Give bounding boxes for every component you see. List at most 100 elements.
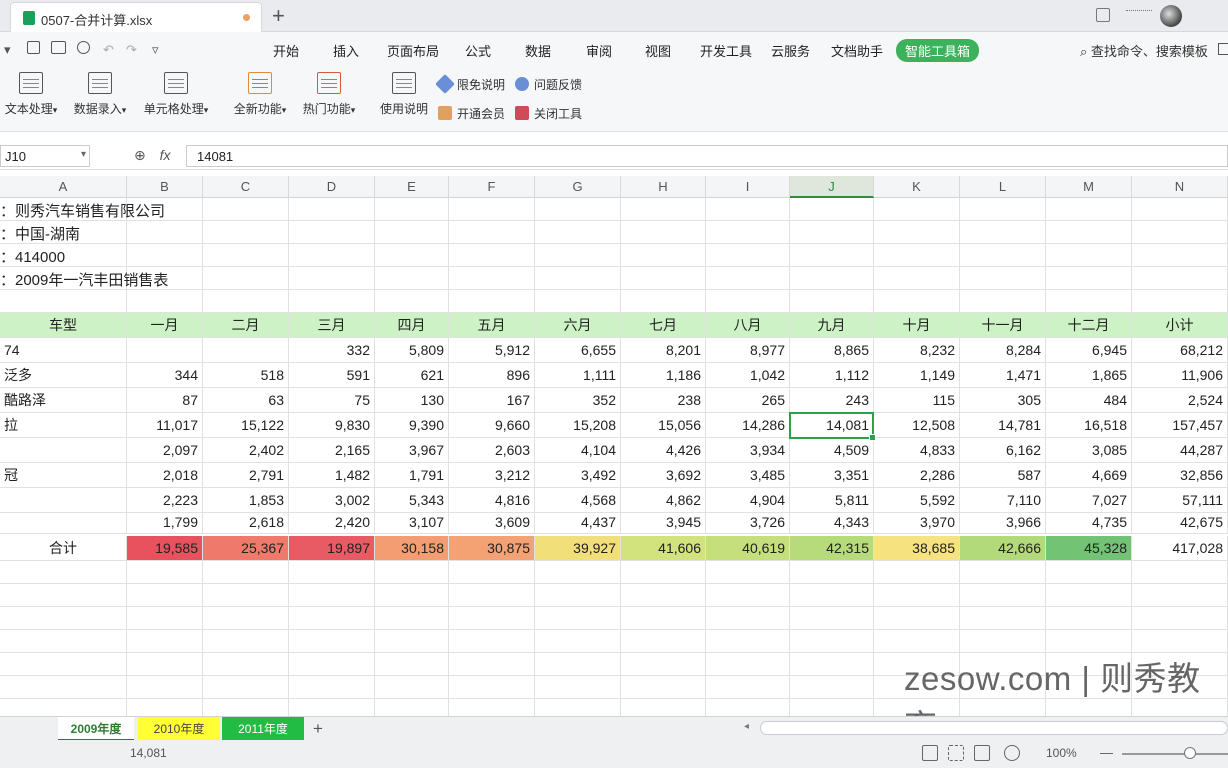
empty-cell[interactable] [535,653,621,675]
empty-cell[interactable] [375,653,449,675]
open-membership-button[interactable]: 开通会员 [438,105,505,122]
value-cell[interactable]: 3,351 [790,463,874,487]
empty-cell[interactable] [449,676,535,698]
empty-cell[interactable] [1046,561,1132,583]
empty-cell[interactable] [375,630,449,652]
value-cell[interactable]: 3,212 [449,463,535,487]
empty-cell[interactable] [790,607,874,629]
empty-cell[interactable] [127,676,203,698]
name-box[interactable]: J10 [0,145,90,167]
value-cell[interactable]: 2,402 [203,438,289,462]
value-cell[interactable]: 896 [449,363,535,387]
menu-insert[interactable]: 插入 [333,41,359,60]
empty-cell[interactable] [706,676,790,698]
column-header-h[interactable]: H [621,176,706,198]
fx-icon[interactable]: fx [160,147,171,163]
empty-cell[interactable] [375,607,449,629]
empty-cell[interactable] [449,561,535,583]
total-label-cell[interactable]: 合计 [0,536,127,560]
empty-cell[interactable] [1046,198,1132,220]
value-cell[interactable]: 57,111 [1132,488,1228,512]
value-cell[interactable]: 1,112 [790,363,874,387]
empty-cell[interactable] [960,584,1046,606]
spreadsheet-grid[interactable]: ABCDEFGHIJKLMN ：则秀汽车销售有限公司 ：中国-湖南 ：414000 ：… [0,176,1228,716]
zoom-out-button[interactable]: — [1100,745,1113,760]
value-cell[interactable]: 238 [621,388,706,412]
value-cell[interactable]: 9,390 [375,413,449,437]
value-cell[interactable]: 4,104 [535,438,621,462]
value-cell[interactable]: 157,457 [1132,413,1228,437]
column-header-a[interactable]: A [0,176,127,198]
empty-cell[interactable] [706,267,790,289]
empty-cell[interactable] [127,290,203,312]
empty-cell[interactable] [1046,584,1132,606]
empty-cell[interactable] [706,290,790,312]
value-cell[interactable]: 4,437 [535,511,621,533]
empty-cell[interactable] [127,653,203,675]
eye-protection-icon[interactable] [1004,745,1020,761]
empty-cell[interactable] [535,290,621,312]
value-cell[interactable]: 15,122 [203,413,289,437]
total-value-cell[interactable]: 41,606 [621,536,706,560]
value-cell[interactable]: 87 [127,388,203,412]
column-header-n[interactable]: N [1132,176,1228,198]
column-header-d[interactable]: D [289,176,375,198]
value-cell[interactable]: 1,853 [203,488,289,512]
value-cell[interactable] [127,338,203,362]
empty-cell[interactable] [790,221,874,243]
empty-cell[interactable] [790,244,874,266]
value-cell[interactable]: 2,420 [289,511,375,533]
value-cell[interactable]: 75 [289,388,375,412]
scroll-left-icon[interactable]: ◂ [744,721,749,732]
empty-cell[interactable] [289,630,375,652]
empty-cell[interactable] [203,198,289,220]
empty-cell[interactable] [706,607,790,629]
empty-cell[interactable] [127,561,203,583]
new-tab-button[interactable]: + [272,3,285,29]
model-cell[interactable]: 拉 [0,413,127,437]
value-cell[interactable]: 243 [790,388,874,412]
empty-cell[interactable] [874,290,960,312]
value-cell[interactable]: 3,002 [289,488,375,512]
value-cell[interactable]: 16,518 [1046,413,1132,437]
empty-cell[interactable] [535,676,621,698]
empty-cell[interactable] [375,198,449,220]
zoom-slider-handle[interactable] [1184,747,1196,759]
save-icon[interactable] [27,41,40,54]
total-value-cell[interactable]: 40,619 [706,536,790,560]
value-cell[interactable]: 484 [1046,388,1132,412]
document-tab[interactable]: 0507-合并计算.xlsx [10,2,262,32]
new-features-button[interactable]: 全新功能▾ [230,72,290,117]
empty-cell[interactable] [874,244,960,266]
value-cell[interactable]: 63 [203,388,289,412]
empty-cell[interactable] [127,244,203,266]
menu-doc-assistant[interactable]: 文档助手 [831,41,883,60]
value-cell[interactable] [203,338,289,362]
value-cell[interactable]: 1,186 [621,363,706,387]
empty-cell[interactable] [449,584,535,606]
table-header-cell[interactable]: 八月 [706,313,790,337]
empty-cell[interactable] [621,290,706,312]
empty-cell[interactable] [960,267,1046,289]
empty-cell[interactable] [874,267,960,289]
empty-cell[interactable] [203,653,289,675]
value-cell[interactable]: 4,904 [706,488,790,512]
value-cell[interactable]: 2,097 [127,438,203,462]
empty-cell[interactable] [375,267,449,289]
sheet-tab-2010[interactable]: 2010年度 [138,717,220,741]
add-sheet-button[interactable]: + [308,717,328,741]
empty-cell[interactable] [790,267,874,289]
menu-view[interactable]: 视图 [645,41,671,60]
empty-cell[interactable] [621,561,706,583]
empty-cell[interactable] [203,561,289,583]
empty-cell[interactable] [535,244,621,266]
value-cell[interactable]: 2,791 [203,463,289,487]
value-cell[interactable]: 1,149 [874,363,960,387]
empty-cell[interactable] [790,676,874,698]
value-cell[interactable]: 32,856 [1132,463,1228,487]
empty-cell[interactable] [203,244,289,266]
value-cell[interactable]: 14,081 [790,413,874,437]
empty-cell[interactable] [706,244,790,266]
value-cell[interactable]: 1,042 [706,363,790,387]
empty-cell[interactable] [127,584,203,606]
